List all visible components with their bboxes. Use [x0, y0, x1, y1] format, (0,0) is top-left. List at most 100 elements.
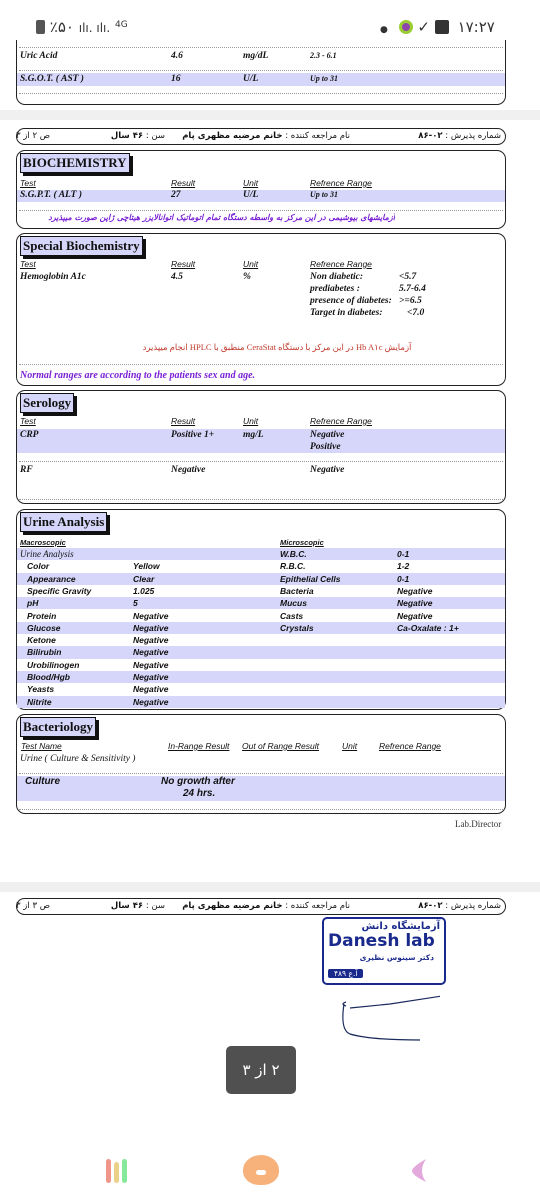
col-header-unit: Unit	[243, 259, 259, 269]
stamp-license: آ.ع ۴۸۹	[328, 969, 364, 978]
clock: ۱۷:۲۷	[457, 18, 495, 36]
macro-value: Yellow	[133, 561, 160, 572]
col-header-test: Test	[20, 178, 36, 188]
age-label: سن :	[145, 901, 165, 911]
micro-value: 0-1	[397, 549, 410, 559]
micro-label: Mucus	[280, 598, 307, 609]
macro-value: Negative	[133, 672, 169, 682]
section-title: Special Biochemistry	[20, 236, 143, 256]
macro-label: Blood/Hgb	[27, 672, 70, 682]
macro-value: Negative	[133, 622, 169, 633]
macro-value: Negative	[133, 610, 169, 621]
test-range: Up to 31	[310, 190, 338, 199]
urine-row: Ketone Negative	[17, 634, 505, 646]
test-result: 4.5	[171, 272, 183, 282]
col-header-in-range: In-Range Result	[168, 741, 230, 751]
urine-row: Color Yellow R.B.C. 1-2	[17, 560, 505, 572]
urine-row: pH 5 Mucus Negative	[17, 597, 505, 610]
macro-label: Color	[27, 561, 50, 572]
status-left: ٪۵۰ ılı. ılı. 4G	[36, 18, 128, 40]
macro-label: Urobilinogen	[27, 659, 80, 670]
page-separator	[0, 882, 540, 892]
urine-group-label: Urine Analysis	[20, 549, 74, 559]
battery-percent: ٪۵۰	[49, 18, 74, 36]
macro-value: Negative	[133, 696, 169, 707]
macro-label: pH	[27, 598, 39, 609]
urine-row: Protein Negative Casts Negative	[17, 610, 505, 622]
urine-row: Yeasts Negative	[17, 683, 505, 695]
urine-row: Urobilinogen Negative	[17, 659, 505, 671]
test-unit: U/L	[243, 74, 259, 84]
test-unit: mg/dL	[243, 51, 269, 61]
admission-number: ۰۲-۸۶	[418, 131, 443, 141]
micro-value: 1-2	[397, 561, 410, 572]
col-header-unit: Unit	[342, 741, 358, 751]
micro-value: Ca-Oxalate : 1+	[397, 622, 459, 633]
urine-row: Appearance Clear Epithelial Cells 0-1	[17, 572, 505, 585]
macro-value: Negative	[133, 635, 169, 646]
patient-age: ۴۶ سال	[110, 901, 144, 911]
range-label: prediabetes :	[310, 284, 360, 294]
test-name: Hemoglobin A1c	[20, 272, 86, 282]
test-result: 16	[171, 74, 181, 84]
col-header-test: Test	[20, 259, 36, 269]
culture-result-duration: 24 hrs.	[183, 788, 216, 799]
micro-label: R.B.C.	[280, 561, 306, 572]
test-name: S.G.P.T. ( ALT )	[20, 190, 83, 200]
normal-ranges-note: Normal ranges are according to the patie…	[20, 370, 256, 381]
test-range: Up to 31	[310, 74, 338, 83]
test-range: Negative	[310, 430, 345, 440]
macroscopic-header: Macroscopic	[20, 538, 66, 547]
download-done-icon: ✓	[417, 18, 430, 36]
test-range: Negative	[310, 465, 345, 475]
app-leaf-icon	[398, 20, 413, 34]
macro-label: Bilirubin	[27, 647, 62, 658]
test-range: 2.3 - 6.1	[310, 51, 337, 60]
signature	[342, 995, 440, 1041]
section-title: BIOCHEMISTRY	[20, 153, 130, 173]
test-result: 4.6	[171, 51, 183, 61]
test-unit: U/L	[243, 190, 259, 200]
col-header-range: Refrence Range	[379, 741, 441, 751]
col-header-unit: Unit	[243, 178, 259, 188]
col-header-result: Result	[171, 259, 196, 269]
urine-row: Glucose Negative Crystals Ca-Oxalate : 1+	[17, 621, 505, 635]
serology-section: Serology Test Result Unit Refrence Range…	[16, 390, 506, 504]
micro-value: Negative	[397, 610, 433, 621]
urine-row: Urine Analysis W.B.C. 0-1	[17, 548, 505, 561]
special-biochemistry-section: Special Biochemistry Test Result Unit Re…	[16, 233, 506, 386]
home-icon[interactable]	[243, 1155, 279, 1185]
lab-director-label: Lab.Director	[455, 819, 502, 829]
test-result: Negative	[171, 465, 206, 475]
lab-stamp: آزمایشگاه دانش Danesh lab دکتر سینوس نظی…	[322, 917, 446, 985]
col-header-result: Result	[171, 178, 196, 188]
page-indicator: ص ۳ از ۳	[15, 901, 50, 911]
col-header-test: Test	[20, 416, 36, 426]
urine-row: Blood/Hgb Negative	[17, 671, 505, 684]
urine-row: Bilirubin Negative	[17, 646, 505, 659]
battery-icon	[36, 20, 45, 34]
page-indicator: ص ۲ از ۳	[15, 131, 50, 141]
macro-value: 5	[133, 598, 138, 609]
test-name: CRP	[20, 430, 39, 440]
biochemistry-note: آزمایشهای بیوشیمی در این مرکز به واسطه د…	[48, 213, 395, 222]
col-header-range: Refrence Range	[310, 259, 372, 269]
stamp-doctor-name: دکتر سینوس نظیری	[359, 953, 434, 962]
culture-label: Culture	[25, 776, 60, 787]
back-icon[interactable]	[410, 1157, 428, 1183]
range-label: presence of diabetes:	[310, 296, 392, 306]
page-separator	[0, 110, 540, 120]
micro-label: W.B.C.	[280, 549, 307, 559]
urine-analysis-section: Urine Analysis Macroscopic Microscopic U…	[16, 509, 506, 710]
test-name: Uric Acid	[20, 51, 58, 61]
page1-results-box: Uric Acid 4.6 mg/dL 2.3 - 6.1 S.G.O.T. (…	[16, 40, 506, 105]
macro-value: Negative	[133, 659, 169, 670]
macro-label: Protein	[27, 610, 57, 621]
name-label: نام مراجعه کننده :	[285, 131, 350, 141]
macro-label: Nitrite	[27, 696, 52, 707]
micro-label: Epithelial Cells	[280, 573, 341, 584]
recent-apps-icon[interactable]	[106, 1158, 130, 1184]
admission-label: شماره پذیرش :	[445, 131, 501, 141]
network-4g-icon: 4G	[114, 20, 128, 30]
micro-label: Crystals	[280, 622, 314, 633]
